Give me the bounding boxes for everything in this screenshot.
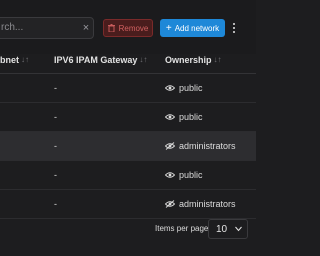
ownership-cell: public [165, 103, 203, 131]
ipv6-gateway-cell: - [54, 112, 57, 122]
sort-icon[interactable]: ↓↑ [21, 55, 29, 64]
column-header-subnet[interactable]: bnet ↓↑ [0, 46, 29, 73]
items-per-page-select[interactable]: 10 [208, 219, 248, 239]
pagination: Items per page 10 [0, 212, 256, 256]
networks-table: bnet ↓↑ IPV6 IPAM Gateway ↓↑ Ownership ↓… [0, 46, 256, 219]
eye-slash-icon [165, 142, 175, 150]
remove-button[interactable]: Remove [103, 19, 153, 37]
table-header-row: bnet ↓↑ IPV6 IPAM Gateway ↓↑ Ownership ↓… [0, 46, 256, 74]
more-options-icon[interactable] [228, 19, 240, 37]
ownership-label: public [179, 170, 203, 180]
items-per-page-label: Items per page [155, 224, 209, 233]
eye-slash-icon [165, 200, 175, 208]
table-row[interactable]: - public [0, 74, 256, 103]
ownership-cell: administrators [165, 132, 236, 160]
items-per-page-value: 10 [216, 224, 228, 235]
search-placeholder: rch... [1, 22, 24, 33]
add-network-label: Add network [174, 23, 220, 33]
eye-icon [165, 84, 175, 92]
trash-icon [107, 24, 115, 32]
ownership-label: public [179, 83, 203, 93]
remove-label: Remove [118, 23, 149, 33]
ipv6-gateway-cell: - [54, 170, 57, 180]
sort-icon[interactable]: ↓↑ [139, 55, 147, 64]
eye-icon [165, 113, 175, 121]
ownership-label: administrators [179, 199, 236, 209]
ownership-label: public [179, 112, 203, 122]
table-row[interactable]: - administrators [0, 132, 256, 161]
column-header-label: IPV6 IPAM Gateway [54, 54, 138, 65]
column-header-label: bnet [0, 54, 19, 65]
column-header-ownership[interactable]: Ownership ↓↑ [165, 46, 222, 73]
column-header-label: Ownership [165, 54, 212, 65]
ipv6-gateway-cell: - [54, 83, 57, 93]
ownership-cell: public [165, 74, 203, 102]
ownership-cell: public [165, 161, 203, 189]
column-header-ipv6-gateway[interactable]: IPV6 IPAM Gateway ↓↑ [54, 46, 147, 73]
table-row[interactable]: - public [0, 161, 256, 190]
add-network-button[interactable]: + Add network [160, 19, 225, 37]
sort-icon[interactable]: ↓↑ [214, 55, 222, 64]
ipv6-gateway-cell: - [54, 141, 57, 151]
eye-icon [165, 171, 175, 179]
table-row[interactable]: - public [0, 103, 256, 132]
clear-search-icon[interactable]: × [80, 19, 92, 37]
ownership-label: administrators [179, 141, 236, 151]
plus-icon: + [165, 22, 172, 34]
chevron-down-icon [235, 226, 242, 232]
